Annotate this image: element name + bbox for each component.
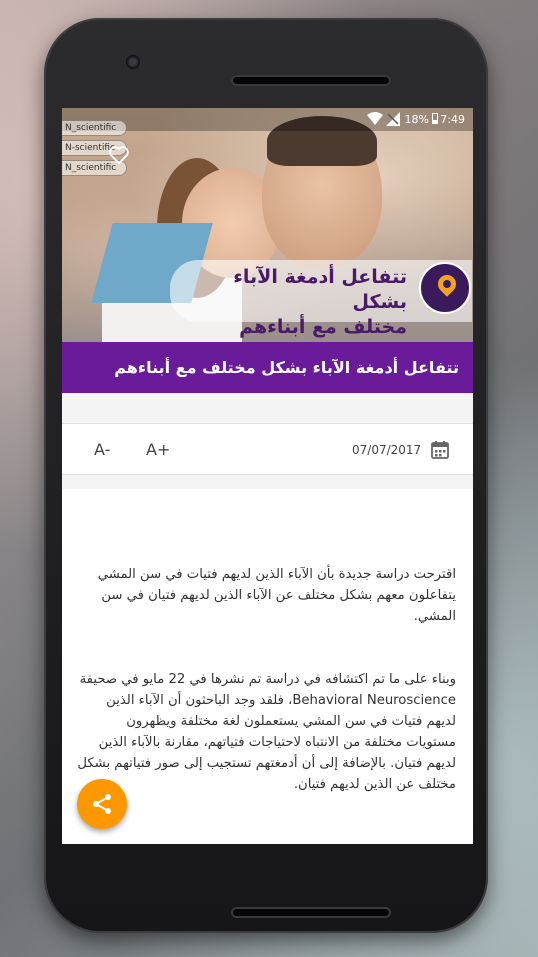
- top-speaker: [231, 75, 391, 86]
- location-pin-icon: [434, 271, 460, 297]
- clock: 7:49: [440, 113, 465, 126]
- calendar-icon[interactable]: [430, 440, 450, 460]
- app-screen: تتفاعل أدمغة الآباء بشكل مختلف مع أبناءه…: [62, 108, 473, 844]
- signal-icon: [386, 112, 400, 126]
- front-camera: [126, 55, 140, 69]
- heart-outline-icon[interactable]: [108, 145, 130, 165]
- article-toolbar: A- A+ 07/07/2017: [62, 423, 473, 475]
- decrease-font-button[interactable]: A-: [94, 424, 110, 476]
- share-icon: [93, 794, 111, 814]
- hero-caption: تتفاعل أدمغة الآباء بشكل مختلف مع أبناءه…: [233, 266, 407, 342]
- article-paragraph: اقترحت دراسة جديدة بأن الآباء الذين لديه…: [97, 567, 456, 624]
- article-date: 07/07/2017: [352, 443, 422, 457]
- brand-logo: [419, 262, 471, 314]
- article-paragraph: وبناء على ما تم اكتشافه في دراسة تم نشره…: [77, 672, 456, 792]
- wifi-icon: [367, 112, 383, 125]
- article-title: تتفاعل أدمغة الآباء بشكل مختلف مع أبناءه…: [62, 342, 473, 428]
- increase-font-button[interactable]: A+: [146, 424, 170, 476]
- battery-icon: [432, 113, 438, 124]
- battery-percent: 18%: [404, 113, 429, 126]
- share-button[interactable]: [77, 779, 127, 829]
- bottom-speaker: [231, 907, 391, 918]
- source-tag: N_scientific: [62, 120, 128, 136]
